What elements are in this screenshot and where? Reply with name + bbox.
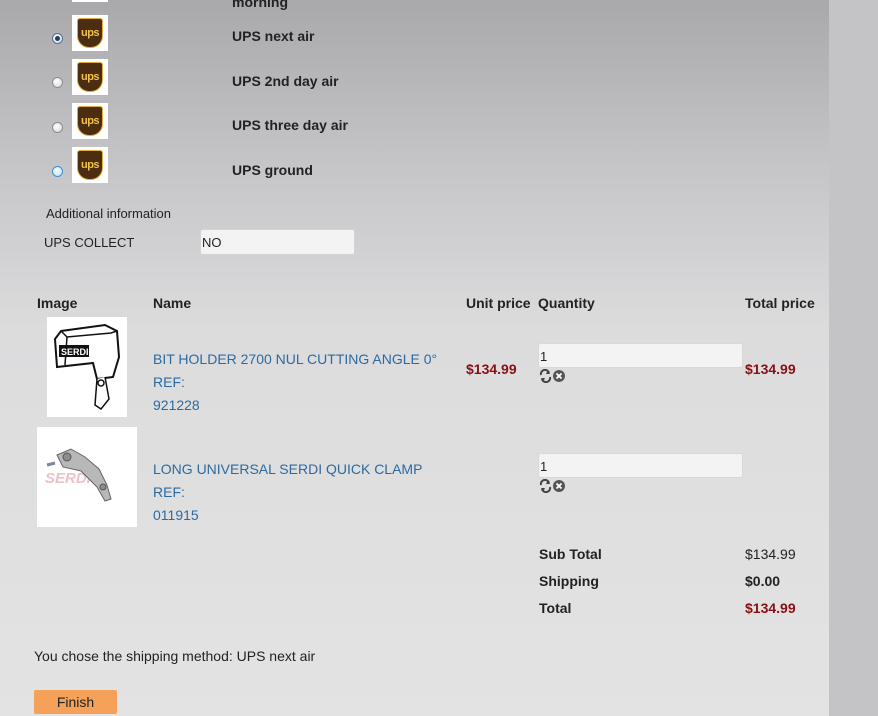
refresh-icon[interactable] [539, 368, 552, 384]
product-image-bit-holder[interactable]: SERDI [47, 317, 127, 417]
total-price: $134.99 [745, 361, 796, 377]
shipping-radio-ground[interactable] [52, 166, 63, 177]
ups-logo-partial [72, 0, 108, 2]
product-name-line2: 011915 [153, 507, 199, 523]
shipping-option-label: UPS three day air [232, 117, 348, 133]
column-header-image: Image [37, 295, 78, 311]
refresh-icon[interactable] [539, 478, 552, 494]
column-header-name: Name [153, 295, 192, 311]
ups-shield-icon: ups [77, 150, 103, 180]
quantity-action-icons [539, 368, 565, 384]
quick-clamp-drawing: SERDI [45, 448, 112, 502]
quantity-action-icons [539, 478, 565, 494]
shipping-label: Shipping [539, 573, 599, 589]
remove-icon[interactable] [553, 480, 565, 492]
shipping-option-2nd-day-air[interactable]: ups UPS 2nd day air [0, 58, 600, 98]
product-name-link[interactable]: BIT HOLDER 2700 NUL CUTTING ANGLE 0° REF… [153, 348, 453, 417]
quantity-input[interactable]: 1 [538, 453, 743, 478]
shipping-option-label: UPS next air [232, 28, 315, 44]
finish-button[interactable]: Finish [34, 690, 117, 714]
right-gutter [829, 0, 878, 716]
additional-info-heading: Additional information [46, 206, 172, 221]
shipping-radio-next-air[interactable] [52, 33, 63, 44]
quantity-actions [539, 368, 569, 384]
product-image-quick-clamp[interactable]: SERDI [37, 427, 137, 527]
subtotal-value: $134.99 [745, 546, 796, 562]
shipping-value: $0.00 [745, 573, 781, 589]
shipping-radio-2nd-day-air[interactable] [52, 77, 63, 88]
column-header-unit-price: Unit price [466, 295, 531, 311]
svg-text:SERDI: SERDI [61, 347, 89, 357]
total-label: Total [539, 600, 572, 616]
ups-logo: ups [72, 15, 108, 51]
ups-collect-field[interactable]: NO [200, 229, 355, 255]
product-name-link[interactable]: LONG UNIVERSAL SERDI QUICK CLAMP REF: 01… [153, 458, 453, 527]
shipping-option-label: UPS ground [232, 162, 313, 178]
column-header-total-price: Total price [745, 295, 815, 311]
shipping-radio-three-day-air[interactable] [52, 122, 63, 133]
ups-shield-icon: ups [77, 18, 103, 48]
ups-logo: ups [72, 147, 108, 183]
ups-logo: ups [72, 59, 108, 95]
shipping-option-label: morning [232, 0, 288, 10]
subtotal-label: Sub Total [539, 546, 602, 562]
quantity-input[interactable]: 1 [538, 343, 743, 368]
ups-logo: ups [72, 103, 108, 139]
chosen-shipping-message: You chose the shipping method: UPS next … [34, 648, 316, 664]
quantity-actions [539, 478, 569, 494]
checkout-panel: morning ups UPS next air ups UPS 2nd day… [0, 0, 829, 716]
shipping-option-next-air[interactable]: ups UPS next air [0, 13, 600, 53]
unit-price: $134.99 [466, 361, 517, 377]
shipping-option-ground[interactable]: ups UPS ground [0, 146, 600, 186]
shipping-option-three-day-air[interactable]: ups UPS three day air [0, 102, 600, 142]
product-name-line1: BIT HOLDER 2700 NUL CUTTING ANGLE 0° REF… [153, 351, 438, 390]
column-header-quantity: Quantity [538, 295, 595, 311]
ups-shield-icon: ups [77, 106, 103, 136]
total-value: $134.99 [745, 600, 796, 616]
product-name-line1: LONG UNIVERSAL SERDI QUICK CLAMP REF: [153, 461, 423, 500]
bit-holder-drawing: SERDI [53, 323, 121, 411]
ups-shield-icon: ups [77, 62, 103, 92]
product-name-line2: 921228 [153, 397, 200, 413]
ups-collect-label: UPS COLLECT [44, 235, 135, 250]
remove-icon[interactable] [553, 370, 565, 382]
shipping-option-label: UPS 2nd day air [232, 73, 339, 89]
